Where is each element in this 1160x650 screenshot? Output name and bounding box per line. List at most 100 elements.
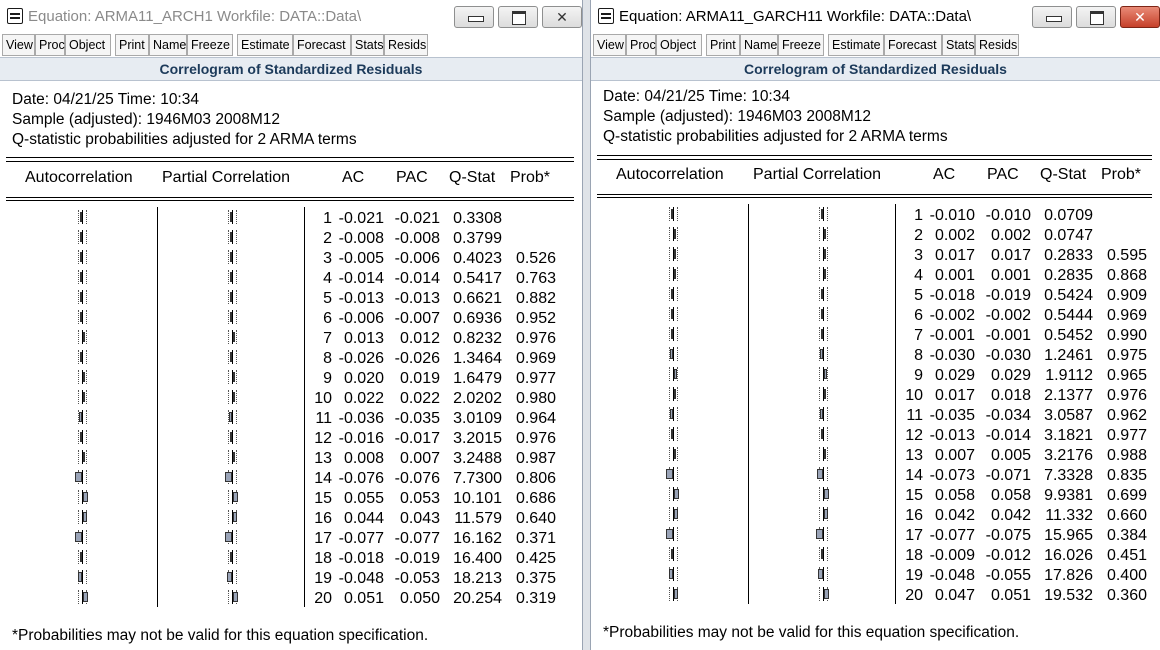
pac-bar <box>821 309 823 319</box>
minimize-button[interactable] <box>1032 6 1072 28</box>
ac-bar <box>674 269 676 279</box>
toolbar-stats-button[interactable]: Stats <box>942 34 975 56</box>
toolbar-proc-button[interactable]: Proc <box>35 34 65 56</box>
col-header-autocorrelation: Autocorrelation <box>25 169 133 186</box>
ac-bar <box>75 472 82 482</box>
pac-bar <box>230 212 232 222</box>
ac-bar-cell <box>78 370 87 384</box>
lag-value: 5 <box>914 287 923 304</box>
bar-axis <box>673 527 674 541</box>
toolbar-stats-button[interactable]: Stats <box>351 34 384 56</box>
col-header-qstat: Q-Stat <box>1040 166 1087 183</box>
toolbar-print-button[interactable]: Print <box>115 34 149 56</box>
qstat-value: 18.213 <box>453 570 502 587</box>
confidence-bound <box>819 247 821 261</box>
confidence-bound <box>827 527 829 541</box>
confidence-bound <box>236 310 238 324</box>
confidence-bound <box>827 447 829 461</box>
toolbar-object-button[interactable]: Object <box>65 34 111 56</box>
toolbar-forecast-button[interactable]: Forecast <box>884 34 942 56</box>
confidence-bound <box>236 250 238 264</box>
lag-value: 11 <box>315 410 332 427</box>
ac-bar <box>671 289 673 299</box>
pac-bar <box>230 312 232 322</box>
bar-axis <box>823 527 824 541</box>
lag-value: 2 <box>914 227 923 244</box>
bar-axis <box>673 347 674 361</box>
toolbar-resids-button[interactable]: Resids <box>384 34 428 56</box>
toolbar-freeze-button[interactable]: Freeze <box>187 34 233 56</box>
equation-window-icon[interactable] <box>7 8 23 24</box>
pac-bar-cell <box>228 290 237 304</box>
ac-bar <box>671 209 673 219</box>
maximize-button[interactable] <box>498 6 538 28</box>
confidence-bound <box>86 450 88 464</box>
prob-value: 0.962 <box>1106 407 1147 424</box>
lag-value: 19 <box>905 567 923 584</box>
confidence-bound <box>236 550 238 564</box>
ac-bar <box>80 232 82 242</box>
confidence-bound <box>228 370 230 384</box>
confidence-bound <box>236 390 238 404</box>
bar-axis <box>823 307 824 321</box>
lag-value: 4 <box>914 267 923 284</box>
toolbar-resids-button[interactable]: Resids <box>975 34 1019 56</box>
toolbar-object-button[interactable]: Object <box>656 34 702 56</box>
close-button[interactable]: ✕ <box>1120 6 1160 28</box>
confidence-bound <box>78 330 80 344</box>
pac-bar <box>230 232 232 242</box>
confidence-bound <box>677 347 679 361</box>
pac-bar <box>824 589 829 599</box>
pac-bar <box>820 409 823 419</box>
toolbar-estimate-button[interactable]: Estimate <box>828 34 884 56</box>
pac-bar-cell <box>819 427 828 441</box>
minimize-button[interactable] <box>454 6 494 28</box>
prob-value <box>1093 226 1147 246</box>
ac-bar-cell <box>669 347 678 361</box>
ac-value: -0.076 <box>338 470 384 487</box>
toolbar-name-button[interactable]: Name <box>149 34 187 56</box>
pac-value: -0.053 <box>394 570 440 587</box>
ac-bar <box>83 452 85 462</box>
toolbar-print-button[interactable]: Print <box>706 34 740 56</box>
prob-value: 0.882 <box>515 290 556 307</box>
pac-value: -0.026 <box>394 350 440 367</box>
ac-value: 0.007 <box>934 447 975 464</box>
ac-value: 0.002 <box>934 227 975 244</box>
close-button[interactable]: ✕ <box>542 6 582 28</box>
toolbar-view-button[interactable]: View <box>593 34 626 56</box>
pac-bar <box>230 552 232 562</box>
qstat-value: 0.5452 <box>1044 327 1093 344</box>
table-rule <box>6 161 574 162</box>
pac-bar-cell <box>819 247 828 261</box>
toolbar-estimate-button[interactable]: Estimate <box>237 34 293 56</box>
equation-window-icon[interactable] <box>598 8 614 24</box>
pac-bar <box>230 252 232 262</box>
confidence-bound <box>827 327 829 341</box>
bar-axis <box>823 287 824 301</box>
ac-value: -0.013 <box>338 290 384 307</box>
pac-bar-cell <box>819 547 828 561</box>
confidence-bound <box>86 430 88 444</box>
prob-value: 0.319 <box>515 590 556 607</box>
toolbar-view-button[interactable]: View <box>2 34 35 56</box>
toolbar-name-button[interactable]: Name <box>740 34 778 56</box>
col-header-prob: Prob* <box>1101 166 1142 183</box>
lag-value: 9 <box>914 367 923 384</box>
toolbar-freeze-button[interactable]: Freeze <box>778 34 824 56</box>
lag-value: 18 <box>314 550 332 567</box>
pac-value: -0.019 <box>394 550 440 567</box>
toolbar-forecast-button[interactable]: Forecast <box>293 34 351 56</box>
lag-value: 8 <box>323 350 332 367</box>
table-rule <box>597 194 1152 195</box>
pac-bar-cell <box>819 287 828 301</box>
ac-value: 0.022 <box>343 390 384 407</box>
lag-value: 13 <box>905 447 923 464</box>
pac-bar-cell <box>819 367 828 381</box>
toolbar-proc-button[interactable]: Proc <box>626 34 656 56</box>
ac-bar <box>674 589 678 599</box>
prob-value: 0.595 <box>1106 247 1147 264</box>
confidence-bound <box>827 267 829 281</box>
pac-bar <box>816 529 823 539</box>
maximize-button[interactable] <box>1076 6 1116 28</box>
